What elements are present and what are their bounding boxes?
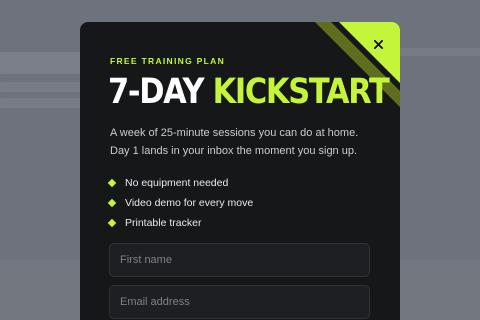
benefit-item: Printable tracker <box>107 213 253 233</box>
modal-headline: 7-DAY KICKSTART <box>108 72 390 112</box>
benefits-list: No equipment needed Video demo for every… <box>107 173 254 233</box>
diamond-icon <box>107 178 117 188</box>
headline-duration: 7-DAY <box>108 72 205 112</box>
signup-modal: FREE TRAINING PLAN 7-DAY KICKSTART A wee… <box>80 22 400 320</box>
diamond-icon <box>107 198 117 208</box>
background-line <box>400 48 480 56</box>
benefit-label: Video demo for every move <box>125 197 254 209</box>
close-icon <box>373 39 383 49</box>
benefit-label: Printable tracker <box>125 217 202 229</box>
benefit-label: No equipment needed <box>125 177 229 189</box>
first-name-field[interactable] <box>109 243 370 277</box>
benefit-item: Video demo for every move <box>107 193 254 213</box>
benefit-item: No equipment needed <box>107 173 253 193</box>
headline-program: KICKSTART <box>212 72 390 112</box>
eyebrow-label: FREE TRAINING PLAN <box>110 56 226 66</box>
diamond-icon <box>107 218 117 228</box>
modal-description: A week of 25-minute sessions you can do … <box>110 127 359 157</box>
email-field[interactable] <box>109 285 370 319</box>
close-button[interactable] <box>370 36 386 52</box>
